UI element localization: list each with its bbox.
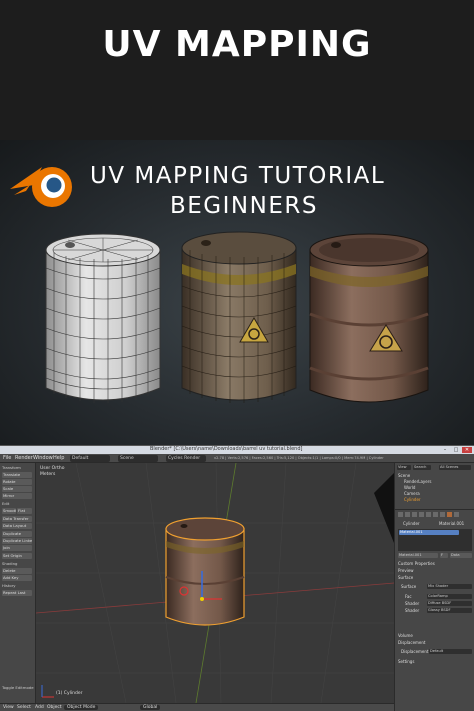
3d-viewport[interactable]: User Ortho Meters (1) Cylinder <box>36 463 394 703</box>
fac-input-select[interactable]: ColorRamp <box>427 594 472 599</box>
tool-shelf-header: Transform <box>2 465 21 470</box>
tool-set-origin-button[interactable]: Set Origin <box>2 553 32 559</box>
outliner-item-camera[interactable]: Camera <box>404 491 420 496</box>
toggle-editmode-label: Toggle Editmode <box>2 685 34 690</box>
section-settings[interactable]: Settings <box>398 659 414 664</box>
tool-scale-button[interactable]: Scale <box>2 486 32 492</box>
tool-data-layout-button[interactable]: Data Layout <box>2 523 32 529</box>
surface-shader-select[interactable]: Mix Shader <box>427 584 472 589</box>
tool-duplicate-button[interactable]: Duplicate <box>2 531 32 537</box>
displacement-label: Displacement <box>401 649 429 654</box>
mode-select[interactable]: Object Mode <box>64 705 99 710</box>
tool-flat-button[interactable]: Flat <box>17 508 32 514</box>
material-slot-item[interactable]: Material.001 <box>399 530 459 535</box>
units-label: Meters <box>40 472 56 477</box>
fake-user-button[interactable]: F <box>440 553 448 558</box>
shader2-select[interactable]: Glossy BSDF <box>427 608 472 613</box>
tool-repeat-last-button[interactable]: Repeat Last <box>2 590 32 596</box>
window-title: Blender* [C:\Users\name\Downloads\barrel… <box>150 446 303 452</box>
menu-file[interactable]: File <box>3 455 11 461</box>
close-button[interactable]: ✕ <box>462 447 472 453</box>
outliner-item-cylinder[interactable]: Cylinder <box>404 497 421 502</box>
menu-object[interactable]: Object <box>47 705 62 710</box>
link-data-select[interactable]: Data <box>450 553 472 558</box>
tool-duplicate-linked-button[interactable]: Duplicate Linked <box>2 538 32 544</box>
history-section-label: History <box>2 583 16 588</box>
scene-select[interactable]: Scene <box>118 455 158 462</box>
material-slot-list[interactable]: Material.001 <box>398 529 472 551</box>
section-displacement[interactable]: Displacement <box>398 640 426 645</box>
info-menubar: File Render Window Help Default Scene Cy… <box>0 454 474 463</box>
render-engine-select[interactable]: Cycles Render <box>166 455 206 462</box>
shading-section-label: Shading <box>2 561 18 566</box>
surface-label: Surface <box>401 584 417 589</box>
menu-window[interactable]: Window <box>33 455 53 461</box>
title-band: UV MAPPING <box>0 0 474 140</box>
wireframe-barrel <box>45 233 161 403</box>
view-label: User Ortho <box>40 466 65 471</box>
banner-title-line1: UV MAPPING TUTORIAL <box>90 163 386 189</box>
scene-stats: v2.78 | Verts:2,576 | Faces:2,560 | Tris… <box>214 456 384 460</box>
tool-mirror-button[interactable]: Mirror <box>2 493 32 499</box>
menu-help[interactable]: Help <box>53 455 64 461</box>
minimize-button[interactable]: – <box>440 447 450 453</box>
properties-tabs-icon <box>398 512 459 517</box>
textured-wire-barrel <box>181 231 297 403</box>
outliner-tab-view[interactable]: View <box>397 465 411 470</box>
shader1-select[interactable]: Diffuse BSDF <box>427 601 472 606</box>
displacement-select[interactable]: Default <box>429 649 472 654</box>
camera-object[interactable] <box>374 473 394 543</box>
tool-delete-button[interactable]: Delete <box>2 568 32 574</box>
menu-render[interactable]: Render <box>15 455 33 461</box>
tool-join-button[interactable]: Join <box>2 545 32 551</box>
cylinder-object[interactable] <box>162 515 248 633</box>
breadcrumb-object: Cylinder <box>403 521 420 526</box>
tool-data-transfer-button[interactable]: Data Transfer <box>2 516 32 522</box>
shader2-label: Shader <box>405 608 420 613</box>
tool-rotate-button[interactable]: Rotate <box>2 479 32 485</box>
menu-view[interactable]: View <box>3 705 14 710</box>
tool-add-key-button[interactable]: Add Key <box>2 575 32 581</box>
section-surface[interactable]: Surface <box>398 575 413 580</box>
outliner-filter-select[interactable]: All Scenes <box>439 465 471 470</box>
viewport-header: View Select Add Object Object Mode Globa… <box>0 703 394 711</box>
menu-select[interactable]: Select <box>17 705 31 710</box>
outliner-tab-search[interactable]: Search <box>413 465 431 470</box>
textured-barrel <box>309 233 429 403</box>
section-volume[interactable]: Volume <box>398 633 413 638</box>
page-title: UV MAPPING <box>102 24 372 65</box>
window-titlebar: Blender* [C:\Users\name\Downloads\barrel… <box>0 446 474 454</box>
material-name-field[interactable]: Material.001 <box>398 553 438 558</box>
blender-logo-icon <box>10 167 72 207</box>
tool-smooth-button[interactable]: Smooth <box>2 508 16 514</box>
banner-title-line2: BEGINNERS <box>170 193 318 219</box>
blender-window: Blender* [C:\Users\name\Downloads\barrel… <box>0 445 474 711</box>
edit-section-label: Edit <box>2 501 10 506</box>
active-object-label: (1) Cylinder <box>56 691 83 696</box>
outliner-item-scene[interactable]: Scene <box>398 473 410 478</box>
maximize-button[interactable]: □ <box>451 447 461 453</box>
section-preview[interactable]: Preview <box>398 568 414 573</box>
outliner-item-renderlayers[interactable]: RenderLayers <box>404 479 431 484</box>
outliner-item-world[interactable]: World <box>404 485 415 490</box>
section-custom-properties[interactable]: Custom Properties <box>398 561 435 566</box>
transform-orientation-select[interactable]: Global <box>140 705 161 710</box>
shader1-label: Shader <box>405 601 420 606</box>
tool-shelf: Transform Translate Rotate Scale Mirror … <box>0 463 36 703</box>
fac-label: Fac <box>405 594 412 599</box>
menu-add[interactable]: Add <box>35 705 44 710</box>
breadcrumb-material: Material.001 <box>439 521 465 526</box>
panel-divider <box>395 509 474 510</box>
properties-panel: View Search All Scenes Scene RenderLayer… <box>394 463 474 711</box>
layout-select[interactable]: Default <box>70 455 110 462</box>
tool-translate-button[interactable]: Translate <box>2 472 32 478</box>
